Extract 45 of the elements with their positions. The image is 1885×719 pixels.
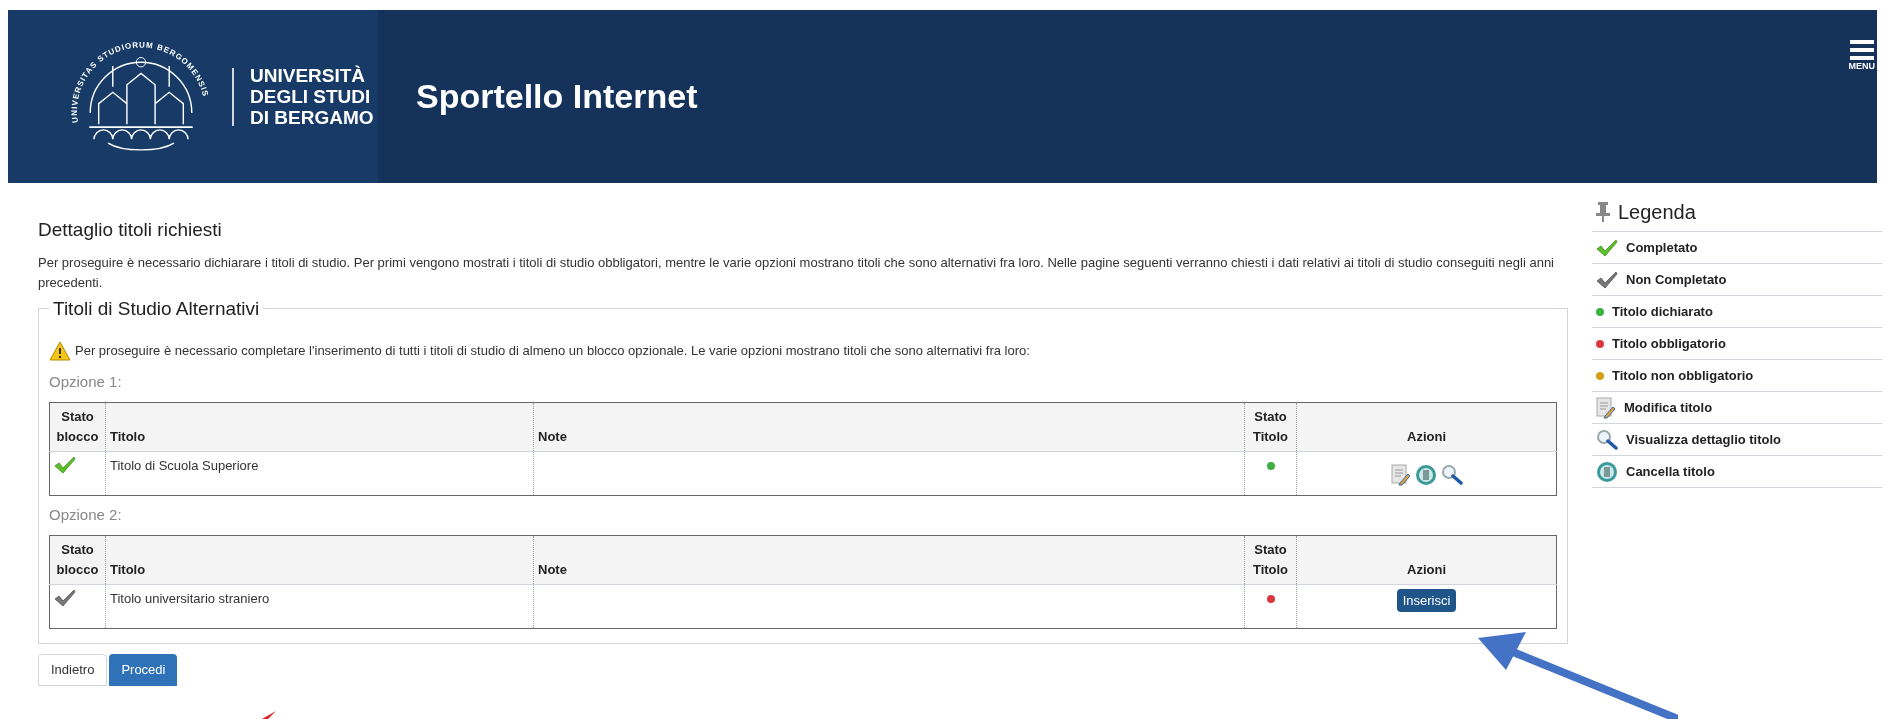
edit-icon[interactable] xyxy=(1390,463,1411,486)
insert-button[interactable]: Inserisci xyxy=(1396,588,1457,612)
column-header: Titolo xyxy=(105,402,534,451)
legend-item: Cancella titolo xyxy=(1626,462,1715,481)
intro-paragraph: Per proseguire è necessario dichiarare i titoli di studio. Per primi vengono mostrati i titoli di studio obbligatori, mentre le varie opzioni mostrano titoli che sono alternativi fra loro. Nelle pagine seguenti verranno chiesti i dati relativi ai titoli di studio conseguiti negli anni precedenti. xyxy=(38,253,1555,292)
logo-text: DEGLI STUDI xyxy=(250,86,372,107)
pin-icon xyxy=(1596,201,1610,223)
legend-item: Visualizza dettaglio titolo xyxy=(1626,430,1782,449)
option-label: Opzione 1: xyxy=(49,372,123,392)
legend-item: Completato xyxy=(1626,238,1698,257)
legend-item: Non Completato xyxy=(1626,270,1727,289)
table-cell: Titolo universitario straniero xyxy=(105,584,534,628)
logo-divider xyxy=(232,67,234,126)
column-header: Note xyxy=(533,535,1245,584)
legend-title: Legenda xyxy=(1618,200,1696,225)
legend-item: Titolo obbligatorio xyxy=(1612,334,1726,353)
column-header: Note xyxy=(533,402,1245,451)
warning-icon xyxy=(49,341,71,361)
column-header: Azioni xyxy=(1296,402,1557,451)
legend-item: Titolo dichiarato xyxy=(1612,302,1713,321)
column-header: Stato blocco xyxy=(49,402,106,451)
page-title: Dettaglio titoli richiesti xyxy=(38,218,223,242)
legend-item: Titolo non obbligatorio xyxy=(1612,366,1754,385)
edit-icon[interactable] xyxy=(1596,396,1616,419)
back-button[interactable]: Indietro xyxy=(38,653,108,686)
legend-item: Modifica titolo xyxy=(1624,398,1713,417)
logo-text: UNIVERSITÀ xyxy=(250,65,367,86)
menu-button[interactable]: MENU xyxy=(1848,40,1875,74)
proceed-button[interactable]: Procedi xyxy=(109,653,178,686)
option-label: Opzione 2: xyxy=(49,505,123,525)
search-icon[interactable] xyxy=(1440,463,1463,486)
warning-text: Per proseguire è necessario completare l'inserimento di tutti i titoli di studio di almeno un blocco opzionale. Le varie opzioni mostrano titoli che sono alternativi fra loro: xyxy=(75,342,1030,361)
trash-icon[interactable] xyxy=(1596,460,1618,483)
table-cell: Titolo di Scuola Superiore xyxy=(105,451,534,496)
column-header: Stato Titolo xyxy=(1244,535,1297,584)
column-header: Stato blocco xyxy=(49,535,106,584)
logo-text: DI BERGAMO xyxy=(250,107,374,128)
fieldset-legend: Titoli di Studio Alternativi xyxy=(49,294,264,323)
trash-icon[interactable] xyxy=(1414,463,1437,486)
annotation-arrow xyxy=(262,711,278,719)
column-header: Azioni xyxy=(1296,535,1557,584)
column-header: Titolo xyxy=(105,535,534,584)
search-icon[interactable] xyxy=(1596,428,1618,451)
column-header: Stato Titolo xyxy=(1244,402,1297,451)
site-title: Sportello Internet xyxy=(416,76,698,117)
